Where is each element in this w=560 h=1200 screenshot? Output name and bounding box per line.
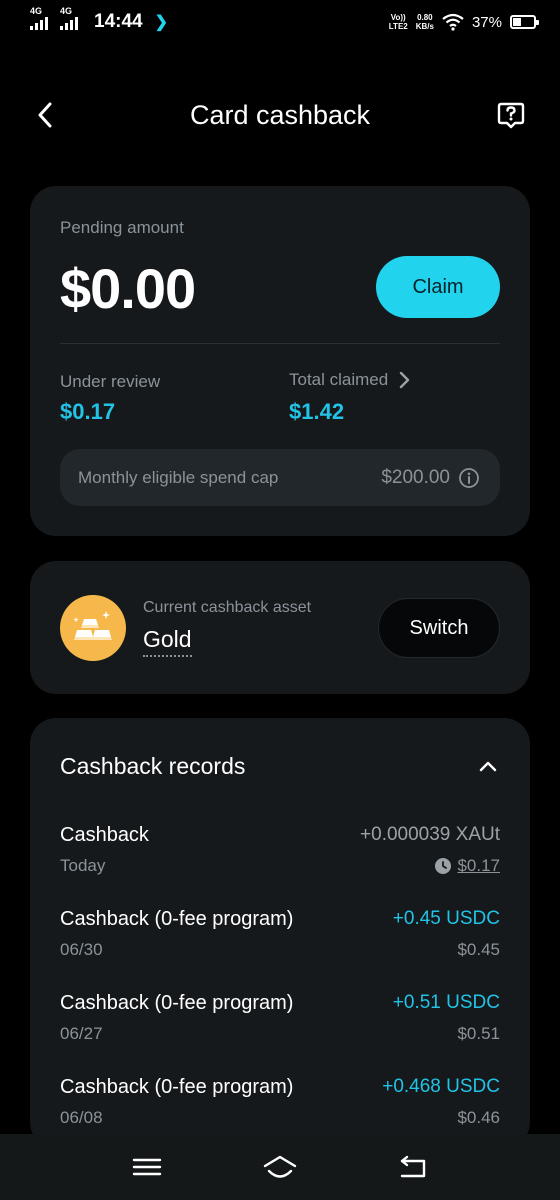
record-usd: $0.17 [435, 856, 500, 876]
spend-cap-label: Monthly eligible spend cap [78, 467, 279, 487]
cashback-asset-card: Current cashback asset Gold Switch [30, 561, 530, 694]
info-icon[interactable] [458, 467, 480, 489]
page-title: Card cashback [189, 99, 371, 130]
total-claimed-value: $1.42 [289, 399, 345, 424]
chevron-right-icon [400, 371, 410, 389]
list-item[interactable]: Cashback Today +0.000039 XAUt $0.17 [60, 820, 500, 904]
record-name: Cashback (0-fee program) [60, 908, 294, 930]
gold-bars-icon [60, 595, 126, 661]
back-nav-icon[interactable] [395, 1152, 431, 1182]
back-button[interactable] [30, 99, 62, 131]
collapse-button[interactable] [476, 755, 500, 779]
signal-icon-sim2: 4G [60, 6, 78, 30]
record-usd: $0.51 [457, 1024, 500, 1043]
pending-amount-label: Pending amount [60, 218, 184, 237]
status-bar: 4G 4G 14:44 ❯ Vo)) LTE2 0.80 KB/s 37% [0, 0, 560, 44]
volte-indicator: Vo)) LTE2 [388, 13, 408, 31]
record-date: Today [60, 856, 106, 875]
home-icon[interactable] [262, 1152, 298, 1182]
records-title: Cashback records [60, 753, 246, 779]
list-item[interactable]: Cashback (0-fee program) 06/27 +0.51 USD… [60, 988, 500, 1072]
spend-cap-value: $200.00 [381, 466, 450, 488]
record-amount: +0.51 USDC [392, 992, 500, 1013]
record-usd: $0.46 [457, 1108, 500, 1127]
record-date: 06/08 [60, 1108, 103, 1127]
record-amount: +0.468 USDC [382, 1076, 500, 1097]
status-right: Vo)) LTE2 0.80 KB/s 37% [388, 13, 539, 31]
sim1-label: 4G [30, 6, 43, 16]
total-claimed-link[interactable]: Total claimed [289, 370, 410, 390]
record-usd: $0.45 [457, 940, 500, 959]
battery-percent: 37% [471, 13, 502, 31]
record-name: Cashback (0-fee program) [60, 1076, 294, 1098]
sim2-label: 4G [60, 6, 73, 16]
record-name: Cashback [60, 824, 149, 846]
help-button[interactable] [496, 100, 526, 130]
wifi-icon [442, 13, 464, 31]
signal-icon-sim1: 4G [30, 6, 48, 30]
help-icon [497, 102, 525, 129]
clock-icon [435, 858, 452, 874]
record-amount: +0.000039 XAUt [360, 824, 500, 845]
chevron-left-icon [38, 102, 52, 128]
chevron-up-icon [479, 761, 497, 772]
record-name: Cashback (0-fee program) [60, 992, 294, 1014]
status-time: 14:44 [94, 11, 143, 32]
status-left: 4G 4G 14:44 ❯ [30, 6, 169, 33]
record-amount: +0.45 USDC [392, 908, 500, 929]
claim-button[interactable]: Claim [376, 256, 500, 318]
record-date: 06/30 [60, 940, 103, 959]
system-nav-bar [0, 1134, 560, 1200]
under-review-value: $0.17 [60, 399, 116, 424]
battery-icon [510, 15, 539, 29]
list-item[interactable]: Cashback (0-fee program) 06/30 +0.45 USD… [60, 904, 500, 988]
divider [60, 343, 500, 344]
pending-amount-value: $0.00 [60, 257, 196, 320]
record-date: 06/27 [60, 1024, 103, 1043]
current-asset-value[interactable]: Gold [143, 626, 192, 657]
spend-cap-box: Monthly eligible spend cap $200.00 [60, 449, 500, 506]
pending-card: Pending amount $0.00 Claim Under review … [30, 186, 530, 536]
cashback-records-card: Cashback records Cashback Today +0.00003… [30, 718, 530, 1148]
menu-icon[interactable] [129, 1152, 165, 1182]
record-usd-value: $0.17 [457, 856, 500, 875]
notification-arrow-icon: ❯ [154, 14, 169, 31]
network-speed: 0.80 KB/s [415, 13, 434, 31]
total-claimed-label: Total claimed [289, 370, 389, 389]
switch-button[interactable]: Switch [378, 598, 500, 658]
current-asset-label: Current cashback asset [143, 599, 312, 616]
page-header: Card cashback [0, 86, 560, 144]
records-list: Cashback Today +0.000039 XAUt $0.17 Cash… [60, 820, 500, 1156]
under-review-label: Under review [60, 372, 161, 391]
